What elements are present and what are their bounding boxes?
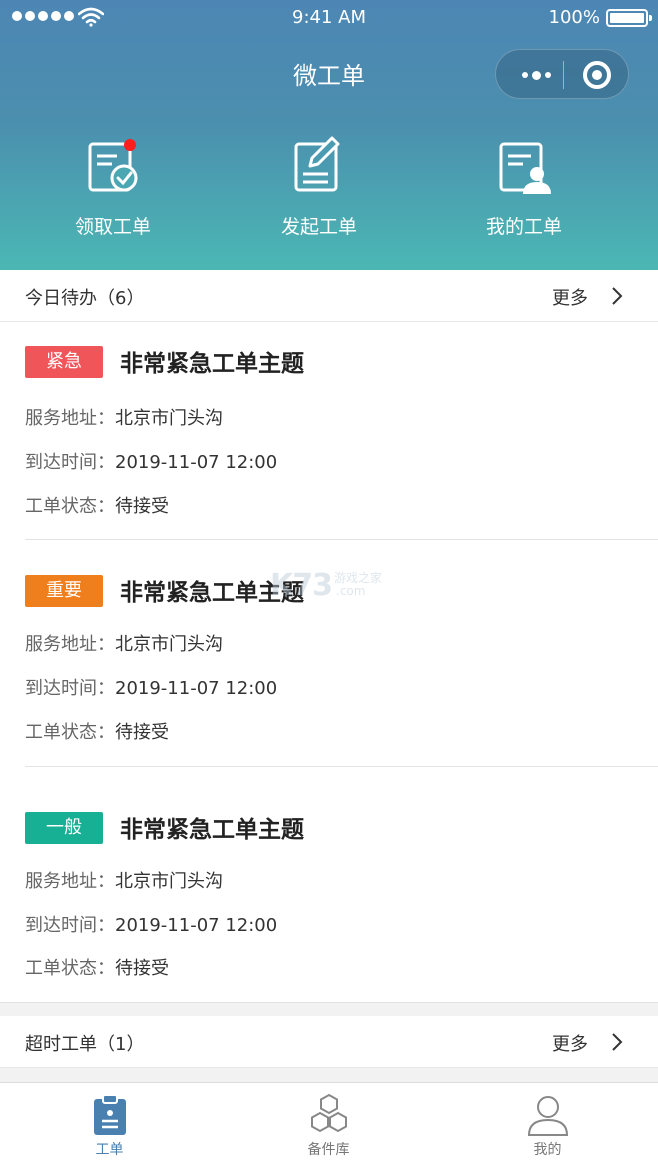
- section-gap: [0, 1068, 658, 1082]
- quick-action-mine[interactable]: 我的工单: [444, 136, 604, 239]
- address-label: 服务地址：: [25, 408, 115, 429]
- tab-label: 工单: [95, 1142, 124, 1158]
- quick-action-label: 发起工单: [280, 216, 357, 238]
- tab-parts[interactable]: 备件库: [219, 1083, 438, 1169]
- receive-order-icon: [88, 139, 138, 192]
- order-arrival-time: 到达时间：2019-11-07 12:00: [25, 674, 277, 700]
- section-gap: [0, 1002, 658, 1016]
- watermark-domain: .com: [336, 584, 366, 598]
- tab-orders[interactable]: 工单: [0, 1083, 219, 1169]
- status-value: 待接受: [115, 958, 169, 979]
- today-more-link[interactable]: 更多: [552, 284, 588, 310]
- miniprogram-capsule: [495, 49, 629, 99]
- time-value: 2019-11-07 12:00: [115, 452, 278, 473]
- today-title: 今日待办（6）: [25, 288, 145, 309]
- order-arrival-time: 到达时间：2019-11-07 12:00: [25, 448, 277, 474]
- order-status: 工单状态：待接受: [25, 492, 169, 518]
- hexagons-icon: [310, 1093, 347, 1133]
- priority-badge: 紧急: [25, 346, 103, 378]
- header-hero: 9:41 AM 100% 微工单 领取工单 发起工单 我的工单: [0, 0, 658, 270]
- address-value: 北京市门头沟: [115, 871, 223, 892]
- address-label: 服务地址：: [25, 634, 115, 655]
- chevron-right-icon[interactable]: [609, 287, 625, 305]
- close-miniprogram-icon[interactable]: [583, 61, 611, 89]
- order-address: 服务地址：北京市门头沟: [25, 867, 223, 893]
- status-label: 工单状态：: [25, 496, 115, 517]
- time-value: 2019-11-07 12:00: [115, 915, 278, 936]
- user-icon: [527, 1096, 568, 1136]
- battery-icon: [606, 9, 652, 27]
- status-label: 工单状态：: [25, 722, 115, 743]
- order-card[interactable]: 一般 非常紧急工单主题 服务地址：北京市门头沟 到达时间：2019-11-07 …: [0, 767, 658, 1002]
- quick-action-label: 领取工单: [74, 216, 151, 238]
- edit-order-icon: [294, 136, 340, 192]
- address-value: 北京市门头沟: [115, 408, 223, 429]
- address-value: 北京市门头沟: [115, 634, 223, 655]
- quick-action-label: 我的工单: [485, 216, 562, 238]
- order-arrival-time: 到达时间：2019-11-07 12:00: [25, 911, 277, 937]
- order-status: 工单状态：待接受: [25, 954, 169, 980]
- today-section-header[interactable]: 今日待办（6） 更多: [0, 270, 658, 322]
- time-label: 到达时间：: [25, 915, 115, 936]
- overdue-more-link[interactable]: 更多: [552, 1030, 588, 1056]
- battery-percent: 100%: [548, 7, 600, 28]
- status-value: 待接受: [115, 722, 169, 743]
- time-label: 到达时间：: [25, 452, 115, 473]
- order-status: 工单状态：待接受: [25, 718, 169, 744]
- bottom-tab-bar: 工单 备件库 我的: [0, 1082, 658, 1169]
- watermark-logo: K73 游戏之家 .com: [270, 566, 400, 606]
- tab-label: 备件库: [307, 1142, 350, 1158]
- priority-badge: 一般: [25, 812, 103, 844]
- quick-action-create[interactable]: 发起工单: [239, 136, 399, 239]
- status-bar: 9:41 AM 100%: [0, 0, 658, 36]
- priority-badge: 重要: [25, 575, 103, 607]
- watermark-brand: K73: [270, 568, 333, 603]
- quick-action-receive[interactable]: 领取工单: [33, 136, 193, 239]
- capsule-divider: [563, 61, 564, 89]
- tab-label: 我的: [533, 1142, 562, 1158]
- time-label: 到达时间：: [25, 678, 115, 699]
- overdue-section-header[interactable]: 超时工单（1） 更多: [0, 1016, 658, 1068]
- chevron-right-icon[interactable]: [609, 1033, 625, 1051]
- order-title: 非常紧急工单主题: [120, 817, 304, 843]
- status-value: 待接受: [115, 496, 169, 517]
- tab-mine[interactable]: 我的: [438, 1083, 657, 1169]
- more-options-icon[interactable]: [510, 60, 562, 90]
- order-address: 服务地址：北京市门头沟: [25, 630, 223, 656]
- my-order-icon: [499, 142, 551, 194]
- clipboard-icon: [93, 1094, 126, 1135]
- order-title: 非常紧急工单主题: [120, 351, 304, 377]
- order-card[interactable]: 紧急 非常紧急工单主题 服务地址：北京市门头沟 到达时间：2019-11-07 …: [0, 322, 658, 540]
- order-address: 服务地址：北京市门头沟: [25, 404, 223, 430]
- status-label: 工单状态：: [25, 958, 115, 979]
- overdue-title: 超时工单（1）: [25, 1034, 145, 1055]
- time-value: 2019-11-07 12:00: [115, 678, 278, 699]
- address-label: 服务地址：: [25, 871, 115, 892]
